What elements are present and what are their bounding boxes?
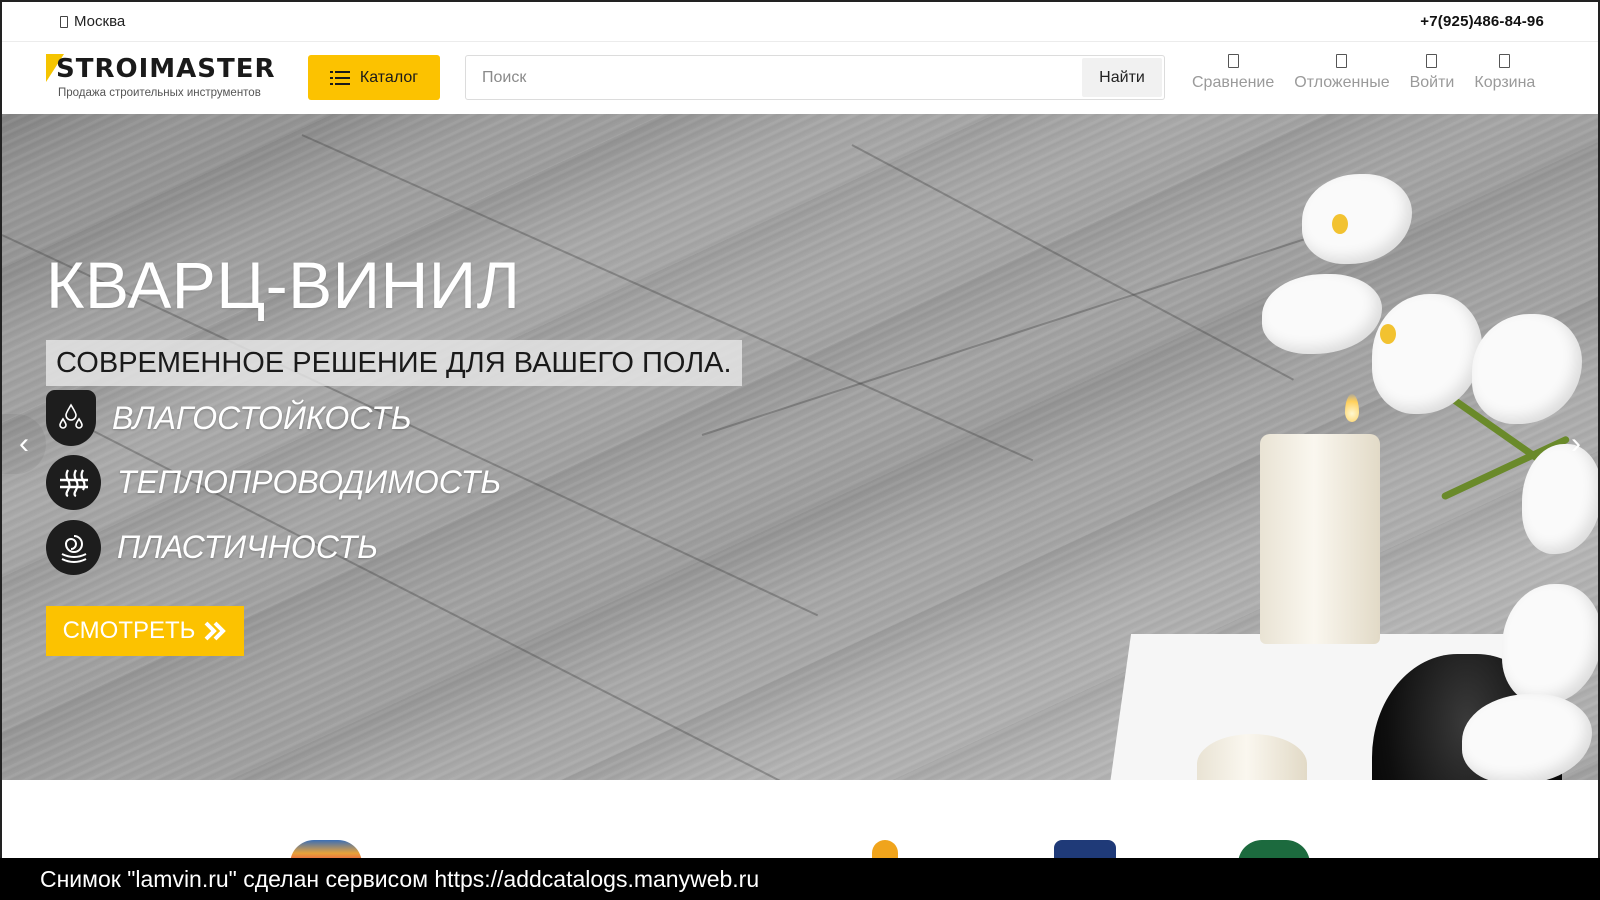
nav-compare-label: Сравнение (1192, 74, 1275, 91)
logo-tagline: Продажа строительных инструментов (58, 87, 261, 99)
top-bar: Москва +7(925)486-84-96 (2, 2, 1598, 42)
slider-next-button[interactable]: › (1554, 414, 1598, 474)
search-input[interactable] (466, 56, 1082, 99)
orchid-flower (1502, 584, 1598, 704)
screenshot-watermark: Снимок "lamvin.ru" сделан сервисом https… (0, 858, 1600, 900)
nav-cart-label: Корзина (1474, 74, 1536, 91)
menu-list-icon (329, 70, 350, 85)
heart-icon (1336, 54, 1348, 68)
candle-image (1260, 434, 1380, 644)
heat-icon (46, 455, 101, 510)
feature-item: ТЕПЛОПРОВОДИМОСТЬ (46, 455, 501, 510)
hero-title: КВАРЦ-ВИНИЛ (46, 248, 521, 322)
location-pin-icon (60, 15, 68, 28)
logo-name: STROIMASTER (56, 54, 276, 84)
brands-carousel (2, 780, 1598, 864)
search-button[interactable]: Найти (1082, 58, 1162, 97)
city-selector[interactable]: Москва (60, 13, 125, 30)
double-chevron-right-icon (204, 621, 227, 641)
view-button[interactable]: СМОТРЕТЬ (46, 606, 244, 656)
orchid-flower (1472, 314, 1582, 424)
orchid-flower (1372, 294, 1482, 414)
nav-deferred-label: Отложенные (1294, 74, 1390, 91)
slider-prev-button[interactable]: ‹ (2, 414, 46, 474)
compare-icon (1227, 54, 1239, 68)
city-label: Москва (74, 13, 126, 30)
nav-login[interactable]: Войти (1409, 54, 1455, 92)
nav-login-label: Войти (1409, 74, 1455, 91)
orchid-center (1380, 324, 1396, 344)
phone-link[interactable]: +7(925)486-84-96 (1420, 13, 1544, 30)
orchid-flower (1462, 694, 1592, 780)
chevron-right-icon: › (1571, 427, 1581, 460)
user-icon (1426, 54, 1438, 68)
feature-label: ТЕПЛОПРОВОДИМОСТЬ (117, 464, 502, 500)
feature-item: ПЛАСТИЧНОСТЬ (46, 520, 378, 575)
nav-deferred[interactable]: Отложенные (1294, 54, 1390, 92)
nav-cart[interactable]: Корзина (1474, 54, 1535, 92)
hero-subtitle: СОВРЕМЕННОЕ РЕШЕНИЕ ДЛЯ ВАШЕГО ПОЛА. (46, 340, 742, 386)
catalog-button-label: Каталог (359, 68, 419, 86)
hero-slider: КВАРЦ-ВИНИЛ СОВРЕМЕННОЕ РЕШЕНИЕ ДЛЯ ВАШЕ… (2, 114, 1598, 780)
orchid-flower (1262, 274, 1382, 354)
search-bar: Найти (465, 55, 1165, 100)
view-button-label: СМОТРЕТЬ (62, 617, 196, 644)
water-drops-icon (46, 390, 96, 446)
catalog-button[interactable]: Каталог (308, 55, 440, 100)
orchid-center (1332, 214, 1348, 234)
feature-label: ВЛАГОСТОЙКОСТЬ (112, 399, 412, 436)
feature-item: ВЛАГОСТОЙКОСТЬ (46, 390, 412, 446)
orchid-flower (1302, 174, 1412, 264)
site-header: STROIMASTER Продажа строительных инструм… (2, 42, 1598, 114)
chevron-left-icon: ‹ (19, 427, 29, 460)
candle-flame (1345, 394, 1359, 422)
cart-icon (1499, 54, 1511, 68)
feature-label: ПЛАСТИЧНОСТЬ (117, 529, 379, 565)
flexibility-icon (46, 520, 101, 575)
header-nav: Сравнение Отложенные Войти Корзина (1192, 54, 1535, 92)
page-frame: Москва +7(925)486-84-96 STROIMASTER Прод… (0, 0, 1600, 900)
nav-compare[interactable]: Сравнение (1192, 54, 1274, 92)
site-logo[interactable]: STROIMASTER Продажа строительных инструм… (46, 50, 286, 106)
